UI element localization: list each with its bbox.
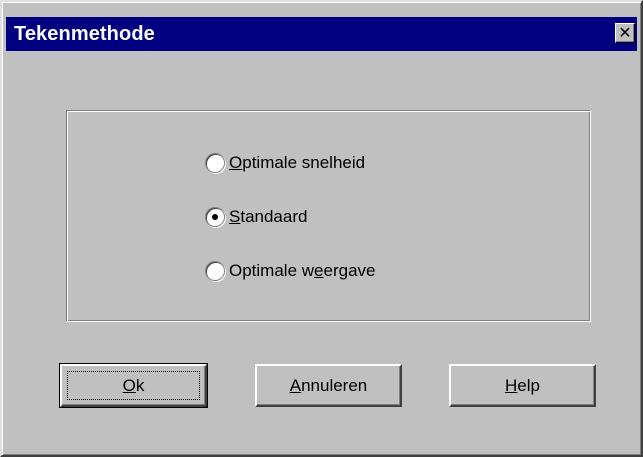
dialog-title: Tekenmethode xyxy=(14,23,155,45)
radio-optimal-display[interactable]: Optimale weergave xyxy=(205,258,375,284)
radio-button[interactable] xyxy=(205,261,225,281)
radio-label: Standaard xyxy=(229,207,308,226)
title-bar[interactable]: Tekenmethode ✕ xyxy=(6,17,637,51)
help-button[interactable]: Help xyxy=(449,364,596,407)
radio-optimal-speed[interactable]: Optimale snelheid xyxy=(205,150,365,176)
radio-button[interactable] xyxy=(205,207,225,227)
dialog-window: Tekenmethode ✕ Optimale snelheid Standaa… xyxy=(0,0,643,457)
help-button-label: Help xyxy=(505,375,540,395)
radio-button[interactable] xyxy=(205,153,225,173)
close-icon: ✕ xyxy=(618,23,632,42)
radio-label: Optimale weergave xyxy=(229,261,376,280)
render-method-group xyxy=(66,110,591,322)
cancel-button-label: Annuleren xyxy=(289,375,368,395)
ok-button[interactable]: Ok xyxy=(59,363,208,408)
radio-standard[interactable]: Standaard xyxy=(205,204,307,230)
radio-label: Optimale snelheid xyxy=(229,153,366,172)
radio-dot xyxy=(212,214,218,220)
close-button[interactable]: ✕ xyxy=(615,23,635,43)
cancel-button[interactable]: Annuleren xyxy=(255,364,402,407)
ok-button-label: Ok xyxy=(122,375,145,395)
